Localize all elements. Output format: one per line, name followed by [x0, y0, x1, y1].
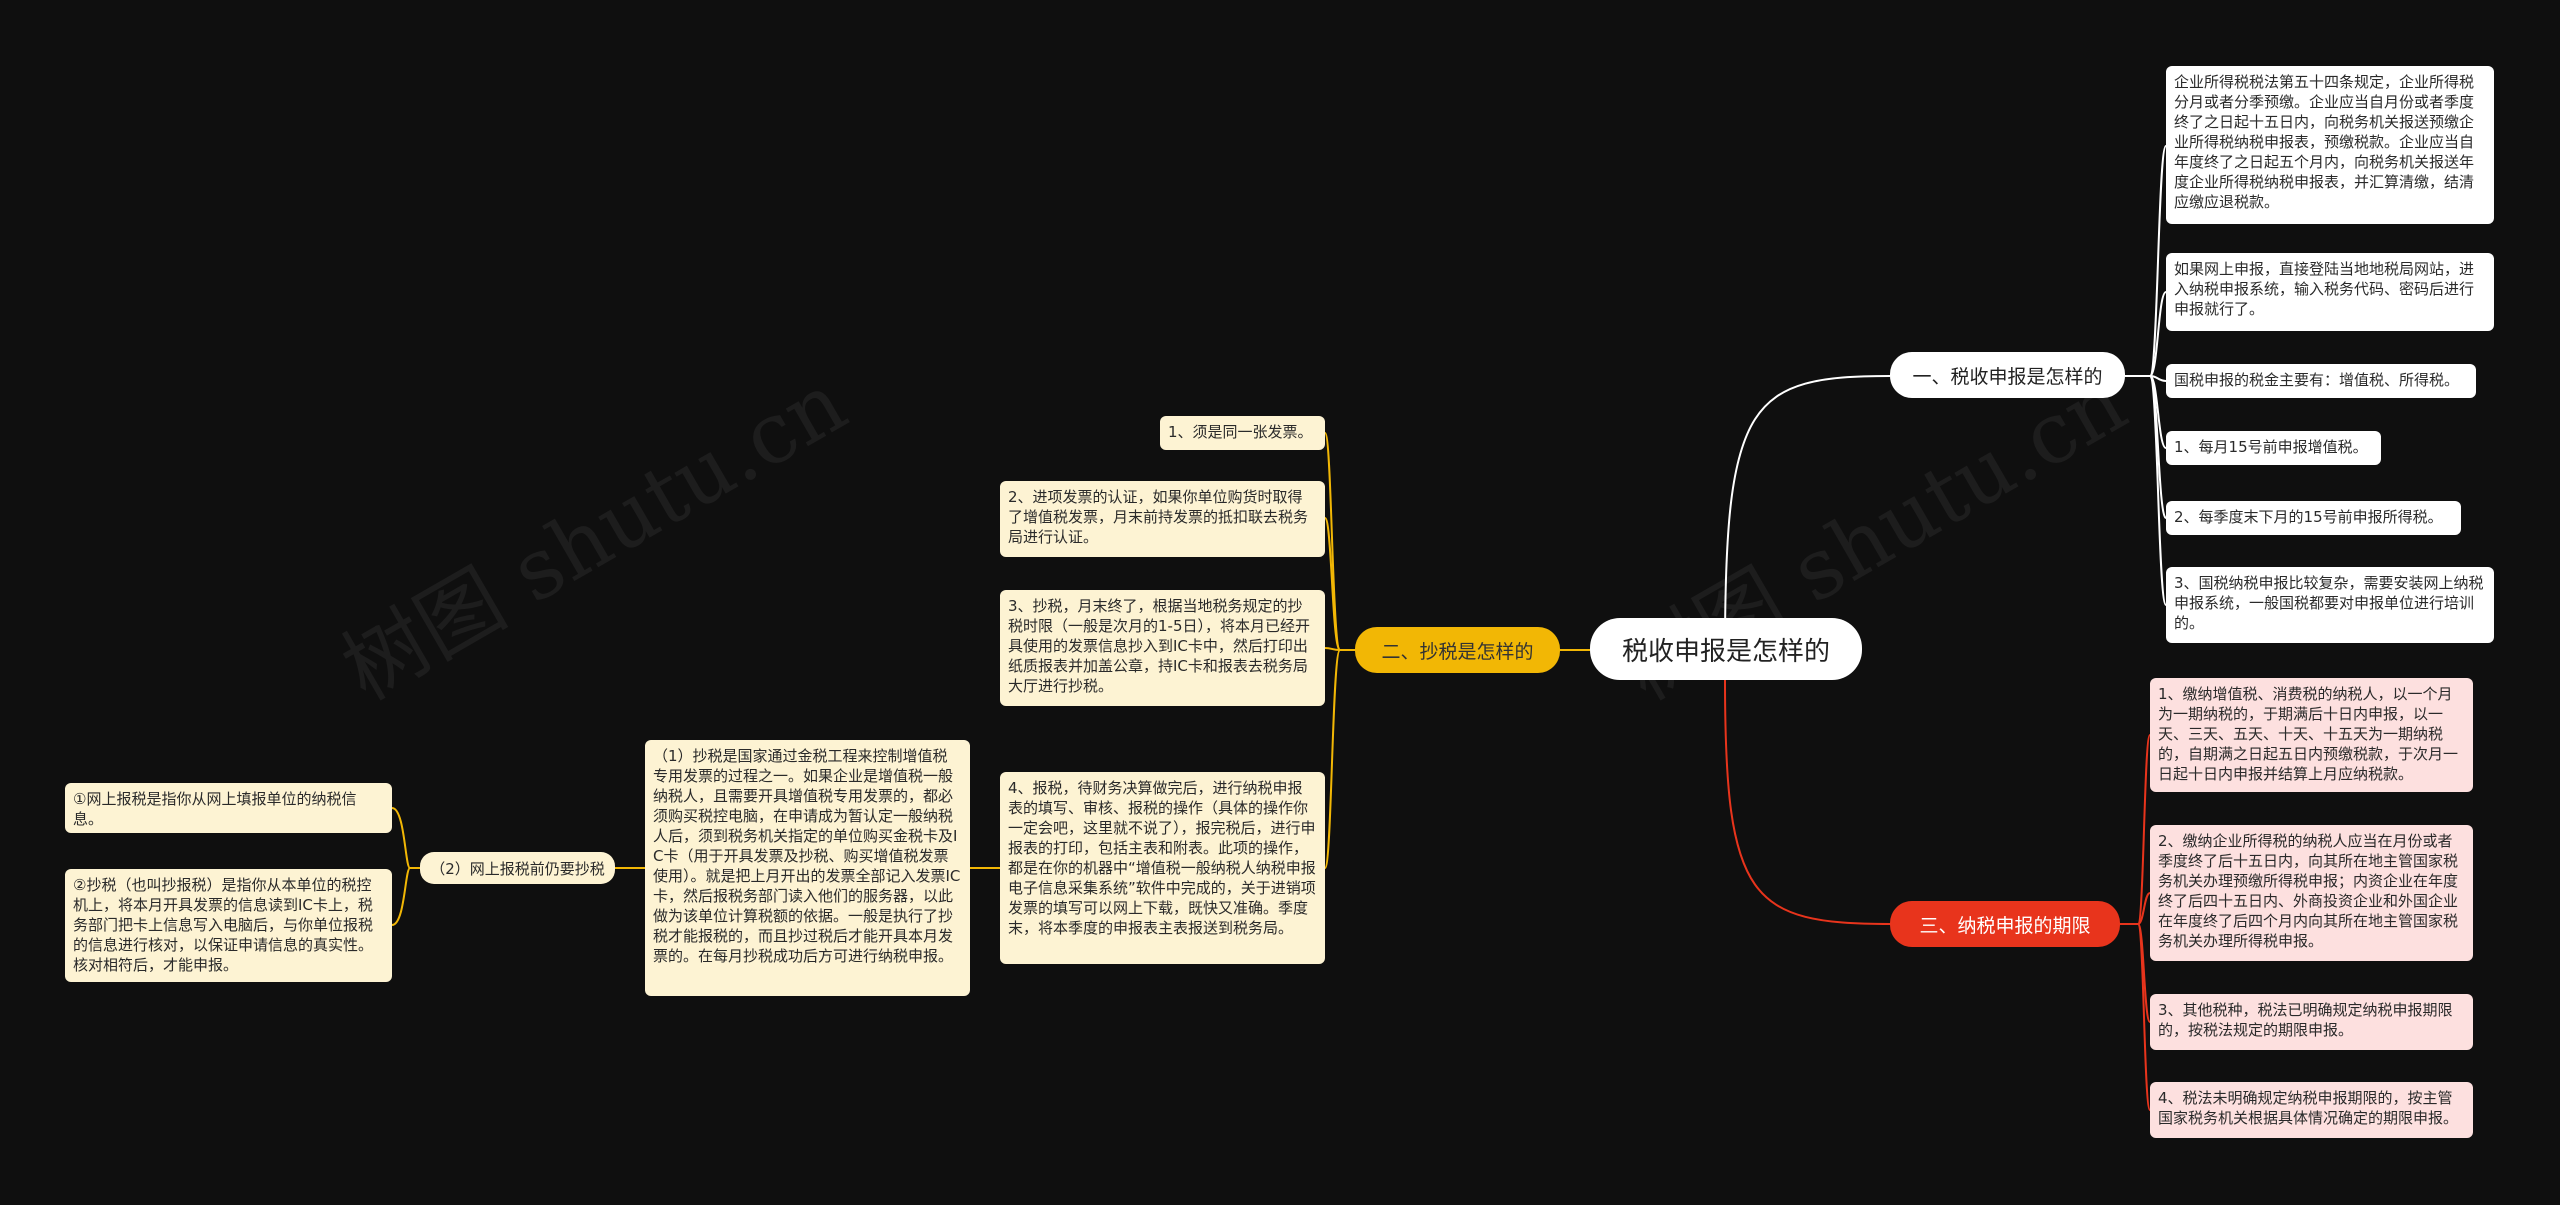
- link-b3-leaf1: [2120, 734, 2151, 925]
- branch-2-label: 二、抄税是怎样的: [1381, 640, 1534, 663]
- link-root-branch1: [1724, 375, 1891, 651]
- branch-1-label: 一、税收申报是怎样的: [1912, 365, 2103, 388]
- link-sub-subleaf2: [391, 867, 411, 926]
- branch-3-node[interactable]: 三、纳税申报的期限: [1890, 901, 2120, 947]
- branch-2-sub-leaf-1[interactable]: ①网上报税是指你从网上填报单位的纳税信息。: [65, 783, 392, 833]
- branch-1-leaf-3[interactable]: 国税申报的税金主要有：增值税、所得税。: [2166, 364, 2476, 398]
- branch-1-leaf-5[interactable]: 2、每季度末下月的15号前申报所得税。: [2166, 501, 2461, 535]
- branch-3-leaf-3[interactable]: 3、其他税种，税法已明确规定纳税申报期限的，按税法规定的期限申报。: [2150, 994, 2473, 1050]
- branch-1-leaf-4[interactable]: 1、每月15号前申报增值税。: [2166, 431, 2381, 465]
- branch-1-leaf-2[interactable]: 如果网上申报，直接登陆当地地税局网站，进入纳税申报系统，输入税务代码、密码后进行…: [2166, 253, 2494, 331]
- link-b2-leaf4: [1324, 649, 1341, 869]
- branch-2-detail[interactable]: （1）抄税是国家通过金税工程来控制增值税专用发票的过程之一。如果企业是增值税一般…: [645, 740, 970, 996]
- root-title: 税收申报是怎样的: [1621, 636, 1830, 667]
- branch-3-leaf-4[interactable]: 4、税法未明确规定纳税申报期限的，按主管国家税务机关根据具体情况确定的期限申报。: [2150, 1082, 2473, 1138]
- branch-3-leaf-2[interactable]: 2、缴纳企业所得税的纳税人应当在月份或者季度终了后十五日内，向其所在地主管国家税…: [2150, 825, 2473, 961]
- branch-2-node[interactable]: 二、抄税是怎样的: [1355, 627, 1560, 673]
- branch-2-sub-leaf-2[interactable]: ②抄税（也叫抄报税）是指你从本单位的税控机上，将本月开具发票的信息读到IC卡上，…: [65, 869, 392, 982]
- link-b1-leaf1: [2125, 145, 2167, 377]
- branch-2-sub-node[interactable]: （2）网上报税前仍要抄税: [420, 852, 615, 884]
- branch-1-leaf-1[interactable]: 企业所得税税法第五十四条规定，企业所得税分月或者分季预缴。企业应当自月份或者季度…: [2166, 66, 2494, 224]
- branch-2-leaf-4[interactable]: 4、报税，待财务决算做完后，进行纳税申报表的填写、审核、报税的操作（具体的操作你…: [1000, 772, 1325, 964]
- branch-3-label: 三、纳税申报的期限: [1919, 914, 2091, 937]
- branch-2-leaf-2[interactable]: 2、进项发票的认证，如果你单位购货时取得了增值税发票，月末前持发票的抵扣联去税务…: [1000, 481, 1325, 557]
- branch-1-node[interactable]: 一、税收申报是怎样的: [1890, 352, 2125, 398]
- link-root-branch3: [1724, 679, 1891, 925]
- branch-2-sub-label: （2）网上报税前仍要抄税: [430, 859, 605, 878]
- link-sub-subleaf1: [391, 807, 420, 869]
- branch-1-leaf-6[interactable]: 3、国税纳税申报比较复杂，需要安装网上纳税申报系统，一般国税都要对申报单位进行培…: [2166, 567, 2494, 643]
- root-node[interactable]: 税收申报是怎样的: [1590, 618, 1862, 680]
- branch-2-leaf-1[interactable]: 1、须是同一张发票。: [1160, 416, 1325, 450]
- branch-3-leaf-1[interactable]: 1、缴纳增值税、消费税的纳税人，以一个月为一期纳税的，于期满后十日内申报，以一天…: [2150, 678, 2473, 792]
- branch-2-leaf-3[interactable]: 3、抄税，月末终了，根据当地税务规定的抄税时限（一般是次月的1-5日），将本月已…: [1000, 590, 1325, 706]
